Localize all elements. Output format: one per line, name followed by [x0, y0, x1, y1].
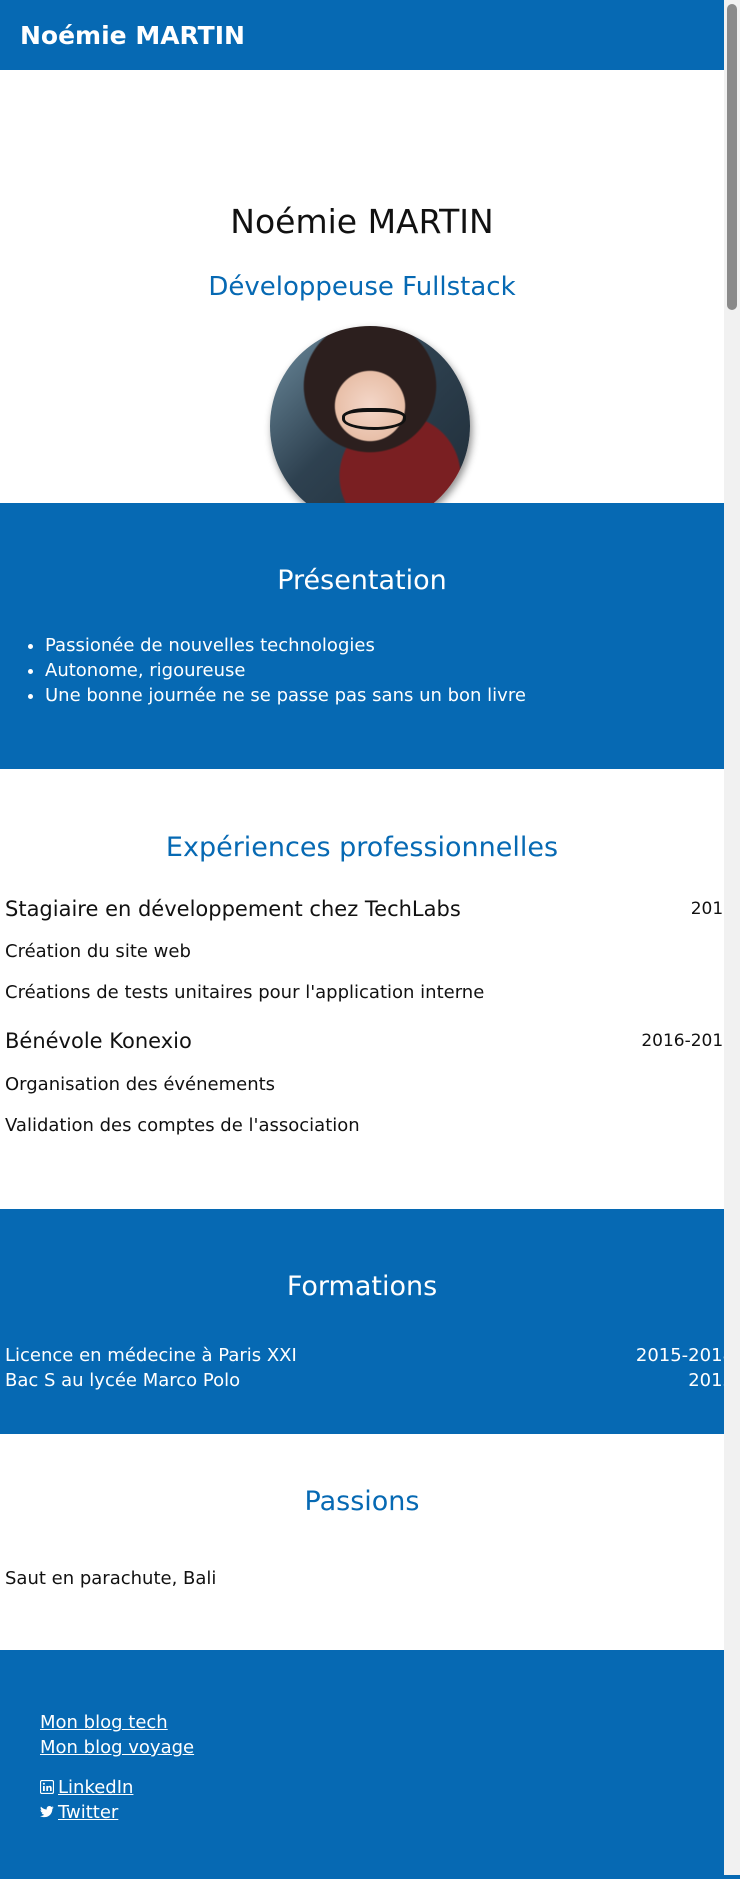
experiences-section: Expériences professionnelles Stagiaire e…	[0, 769, 740, 1209]
presentation-list: Passionée de nouvelles technologies Auto…	[5, 633, 526, 708]
linkedin-icon	[40, 1780, 54, 1794]
linkedin-link[interactable]: LinkedIn	[58, 1777, 133, 1798]
section-title-passions: Passions	[304, 1486, 420, 1517]
formations-section: Formations Licence en médecine à Paris X…	[0, 1209, 740, 1434]
formation-item: Bac S au lycée Marco Polo 2015	[5, 1370, 734, 1396]
profile-name: Noémie MARTIN	[230, 202, 494, 241]
twitter-icon	[40, 1806, 54, 1818]
job-title: Stagiaire en développement chez TechLabs	[5, 897, 461, 921]
twitter-link[interactable]: Twitter	[58, 1802, 118, 1823]
section-title-formations: Formations	[286, 1271, 438, 1302]
top-navbar: Noémie MARTIN	[0, 0, 740, 70]
page-footer: Mon blog tech Mon blog voyage LinkedIn T…	[0, 1650, 740, 1879]
job-task: Organisation des événements	[5, 1074, 276, 1095]
passions-section: Passions Saut en parachute, Bali	[0, 1434, 740, 1650]
hero-section: Noémie MARTIN Développeuse Fullstack	[0, 70, 740, 526]
footer-social-links: LinkedIn Twitter	[40, 1775, 133, 1825]
scrollbar[interactable]	[724, 0, 740, 1875]
job-item: Bénévole Konexio 2016-2018 Organisation …	[5, 1029, 734, 1136]
footer-blog-links: Mon blog tech Mon blog voyage	[40, 1710, 194, 1760]
presentation-item: Une bonne journée ne se passe pas sans u…	[45, 683, 526, 708]
profile-role: Développeuse Fullstack	[208, 272, 516, 302]
navbar-brand[interactable]: Noémie MARTIN	[20, 21, 245, 50]
section-title-experiences: Expériences professionnelles	[165, 832, 559, 863]
glasses-detail	[342, 408, 406, 430]
job-date: 2016-2018	[641, 1031, 734, 1051]
job-task: Validation des comptes de l'association	[5, 1115, 360, 1136]
presentation-section: Présentation Passionée de nouvelles tech…	[0, 503, 740, 769]
job-task: Créations de tests unitaires pour l'appl…	[5, 982, 485, 1003]
formation-label: Bac S au lycée Marco Polo	[5, 1370, 241, 1391]
formation-item: Licence en médecine à Paris XXI 2015-201…	[5, 1345, 734, 1371]
passions-text: Saut en parachute, Bali	[5, 1568, 217, 1589]
blog-voyage-link[interactable]: Mon blog voyage	[40, 1737, 194, 1758]
job-title: Bénévole Konexio	[5, 1029, 192, 1053]
scrollbar-thumb[interactable]	[727, 4, 737, 310]
profile-photo	[270, 326, 470, 526]
job-item: Stagiaire en développement chez TechLabs…	[5, 897, 734, 1003]
formation-date: 2015-2018	[635, 1345, 734, 1366]
job-task: Création du site web	[5, 941, 191, 962]
blog-tech-link[interactable]: Mon blog tech	[40, 1712, 168, 1733]
presentation-item: Passionée de nouvelles technologies	[45, 633, 526, 658]
section-title-presentation: Présentation	[277, 565, 447, 596]
formation-label: Licence en médecine à Paris XXI	[5, 1345, 297, 1366]
presentation-item: Autonome, rigoureuse	[45, 658, 526, 683]
